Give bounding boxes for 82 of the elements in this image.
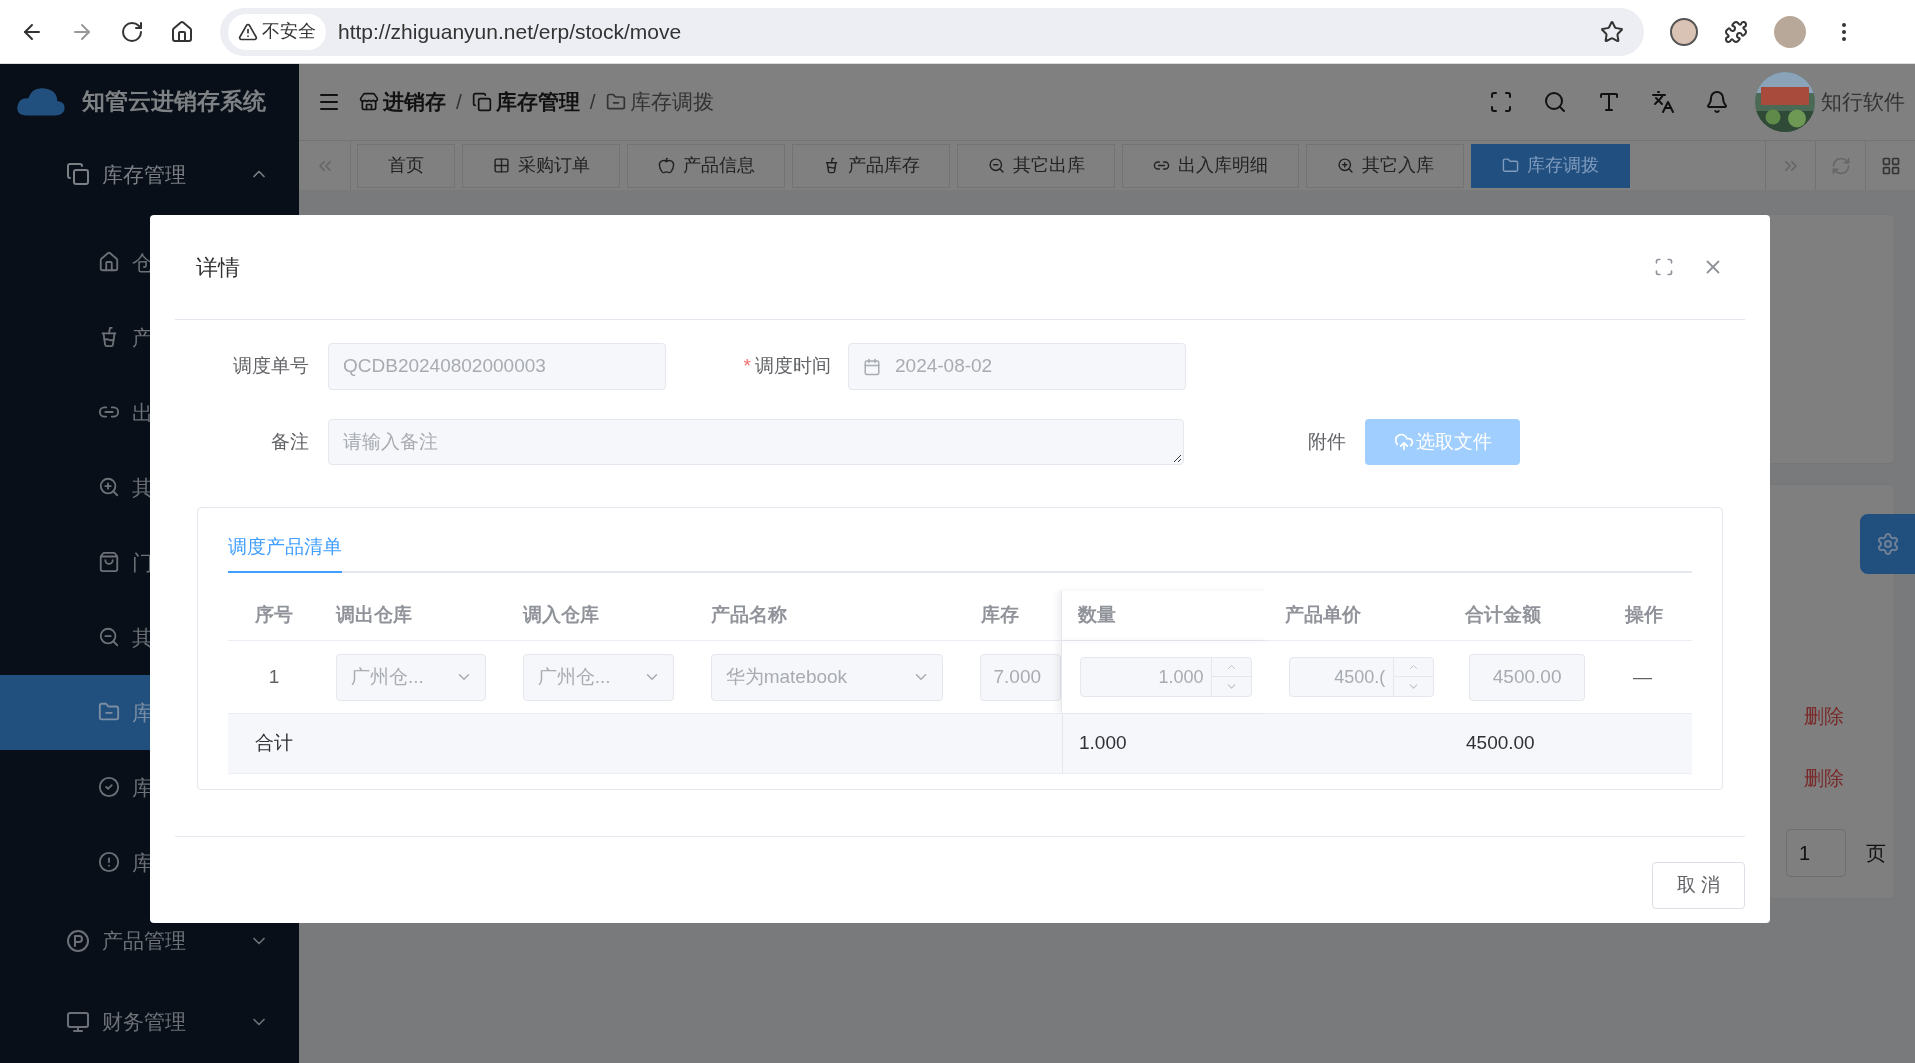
delete-link[interactable]: 删除 xyxy=(1804,685,1844,747)
maximize-icon[interactable] xyxy=(1654,257,1674,277)
parking-icon xyxy=(66,928,90,953)
column-header: 产品单价 xyxy=(1284,603,1363,628)
url-text: http://zhiguanyun.net/erp/stock/move xyxy=(338,18,683,45)
windows-icon xyxy=(471,92,492,112)
extensions-icon[interactable] xyxy=(1724,19,1748,44)
menu-item[interactable]: 库 xyxy=(0,824,299,900)
apple-icon xyxy=(657,157,675,174)
column-header: 合计金额 xyxy=(1464,603,1543,628)
resize-grip-icon xyxy=(1172,453,1182,463)
page-tab[interactable]: 其它入库 xyxy=(1306,143,1464,188)
column-header: 序号 xyxy=(253,603,294,628)
page-tab[interactable]: 产品信息 xyxy=(627,143,785,188)
house-icon xyxy=(98,251,120,274)
column-header: 调入仓库 xyxy=(521,603,600,628)
page-label: 页 xyxy=(1866,841,1886,866)
field-label: 调度单号 xyxy=(232,354,310,379)
card-tab[interactable]: 调度产品清单 xyxy=(228,532,342,573)
upload-icon xyxy=(1393,432,1414,452)
grid-icon xyxy=(1880,155,1901,176)
user-name[interactable]: 知行软件 xyxy=(1821,86,1905,118)
folder-icon xyxy=(1502,157,1519,174)
search-icon[interactable] xyxy=(1543,90,1567,114)
grid-icon xyxy=(492,157,510,174)
table-cell-text: 4500.00 xyxy=(1465,731,1536,756)
breadcrumb-item[interactable]: 进销存 xyxy=(359,86,446,118)
stock-field: 7.000 xyxy=(980,653,1062,701)
field-label: 调度时间 xyxy=(755,354,831,379)
table-cell-text: — xyxy=(1632,664,1654,689)
menu-group[interactable]: 库存管理 xyxy=(0,137,299,211)
address-bar[interactable]: 不安全 http://zhiguanyun.net/erp/stock/move xyxy=(220,7,1644,56)
monitor-icon xyxy=(66,1010,90,1035)
cancel-button[interactable]: 取 消 xyxy=(1652,862,1745,909)
reload-icon[interactable] xyxy=(120,19,144,44)
column-header: 数量 xyxy=(1061,591,1270,640)
store-icon xyxy=(359,92,379,112)
alert-circle-icon xyxy=(98,851,120,874)
amount-field: 4500.00 xyxy=(1469,653,1586,701)
breadcrumb-separator: / xyxy=(456,89,462,116)
bag-icon xyxy=(98,551,120,574)
menu-group[interactable]: 财务管理 xyxy=(0,981,299,1063)
column-header: 操作 xyxy=(1623,603,1665,628)
profile-icon[interactable] xyxy=(1670,17,1698,46)
page-tab[interactable]: 产品库存 xyxy=(792,143,950,188)
fullscreen-icon[interactable] xyxy=(1489,90,1513,114)
field-label: 附件 xyxy=(1307,429,1347,454)
folder-icon xyxy=(605,92,626,112)
refresh-icon xyxy=(1830,155,1851,176)
page-tab[interactable]: 其它出库 xyxy=(957,143,1115,188)
column-header: 产品名称 xyxy=(709,603,788,628)
column-header: 库存 xyxy=(979,603,1020,628)
translate-icon[interactable] xyxy=(1651,90,1675,114)
windows-icon xyxy=(66,162,90,187)
security-chip[interactable]: 不安全 xyxy=(228,13,326,50)
zoom-out-icon xyxy=(987,157,1005,174)
font-size-icon[interactable] xyxy=(1597,90,1621,114)
page-tab[interactable]: 出入库明细 xyxy=(1122,143,1299,188)
table-cell: 1.000 xyxy=(1062,714,1450,773)
breadcrumb-separator: / xyxy=(589,89,596,116)
bell-icon[interactable] xyxy=(1705,90,1729,114)
page-tab[interactable]: 库存调拨 xyxy=(1471,143,1630,188)
settings-icon xyxy=(1875,532,1900,556)
calendar-icon xyxy=(863,357,881,376)
dialog-title: 详情 xyxy=(196,253,241,282)
page-tab[interactable]: 首页 xyxy=(357,143,455,188)
home-icon[interactable] xyxy=(170,19,194,44)
app-title: 知管云进销存系统 xyxy=(82,86,266,116)
warning-icon xyxy=(238,21,258,42)
bookmark-star-icon[interactable] xyxy=(1600,19,1624,44)
column-header: 调出仓库 xyxy=(334,603,413,628)
breadcrumb-item[interactable]: 库存调拨 xyxy=(605,86,714,118)
check-circle-icon xyxy=(98,776,120,799)
delete-link[interactable]: 删除 xyxy=(1804,747,1844,809)
zoom-in-icon xyxy=(1336,157,1354,174)
menu-group[interactable]: 产品管理 xyxy=(0,899,299,982)
zoom-out-icon xyxy=(98,626,120,649)
required-mark: * xyxy=(743,354,751,379)
page-tab[interactable]: 采购订单 xyxy=(462,143,620,188)
breadcrumb-item[interactable]: 库存管理 xyxy=(471,86,580,118)
page-input[interactable]: 1 xyxy=(1786,829,1846,877)
zoom-in-icon xyxy=(98,476,120,499)
